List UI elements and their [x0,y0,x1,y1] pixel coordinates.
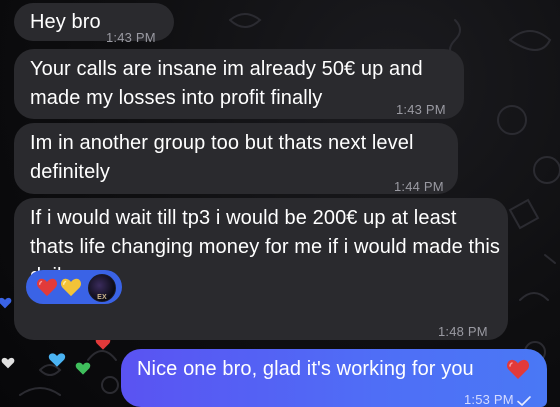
message-time: 1:48 PM [438,324,488,339]
message-time: 1:53 PM [464,385,532,407]
message-time: 1:43 PM [396,102,446,117]
message-text: Im in another group too but thats next l… [30,132,414,183]
message-bubble[interactable]: Hey bro 1:43 PM [14,3,174,45]
yellow-heart-icon [60,278,82,297]
message-time-text: 1:53 PM [464,392,514,407]
message-text: Hey bro [30,11,101,33]
message-time: 1:44 PM [394,179,444,194]
message-text: Nice one bro, glad it's working for you [137,358,474,380]
message-bubble-outgoing[interactable]: Nice one bro, glad it's working for you … [121,349,547,407]
message-bubble[interactable]: Your calls are insane im already 50€ up … [14,49,464,119]
message-bubble[interactable]: Im in another group too but thats next l… [14,123,458,194]
chat-view: Hey bro 1:43 PM Your calls are insane im… [0,0,560,407]
red-heart-icon [36,278,58,297]
message-bubble[interactable]: If i would wait till tp3 i would be 200€… [14,198,508,340]
reaction-pill[interactable]: EX [26,270,122,304]
red-heart-icon [506,359,530,379]
read-checkmark-icon [517,395,531,406]
message-time: 1:43 PM [106,30,156,45]
avatar-label: EX [97,294,107,301]
reactor-avatar[interactable]: EX [88,274,116,302]
message-text: Your calls are insane im already 50€ up … [30,58,423,109]
